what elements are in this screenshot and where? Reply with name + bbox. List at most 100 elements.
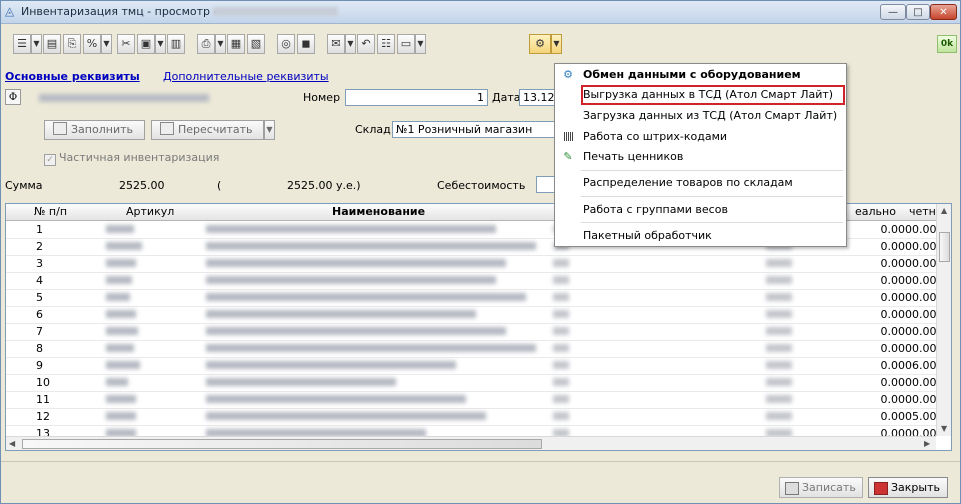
accounting-qty: 6.00: [912, 359, 937, 372]
cost-field[interactable]: [536, 176, 555, 193]
horizontal-scrollbar[interactable]: ◀ ▶: [6, 436, 936, 450]
warehouse-label: Склад: [355, 123, 391, 136]
sum-paren: (: [217, 179, 222, 192]
name-redacted: [206, 310, 476, 318]
menu-item-batch-processor[interactable]: Пакетный обработчик: [555, 226, 846, 246]
date-field[interactable]: 13.12: [519, 89, 555, 106]
mail-icon[interactable]: ✉: [327, 34, 345, 54]
export-icon[interactable]: ▥: [167, 34, 185, 54]
save-dropdown-icon[interactable]: ▼: [155, 34, 166, 54]
price-redacted: [766, 412, 792, 420]
table-row[interactable]: 6 0.000 0.00: [6, 306, 937, 324]
table-row[interactable]: 8 0.000 0.00: [6, 340, 937, 358]
number-field[interactable]: 1: [345, 89, 488, 106]
table-row[interactable]: 7 0.000 0.00: [6, 323, 937, 341]
accounting-qty: 0.00: [912, 342, 937, 355]
mail-dropdown-icon[interactable]: ▼: [345, 34, 356, 54]
equipment-exchange-icon[interactable]: ⚙: [529, 34, 551, 54]
article-redacted: [106, 242, 142, 250]
scroll-down-icon[interactable]: ▼: [941, 424, 947, 433]
unit-redacted: [553, 412, 569, 420]
col-accounting[interactable]: четн:: [909, 205, 940, 218]
minimize-button[interactable]: —: [880, 4, 906, 20]
menu-item-barcodes[interactable]: ||||| Работа со штрих-кодами: [555, 127, 846, 147]
scroll-up-icon[interactable]: ▲: [941, 206, 947, 215]
row-number: 10: [36, 376, 50, 389]
folder-icon[interactable]: ▭: [397, 34, 415, 54]
percent-icon[interactable]: %: [83, 34, 101, 54]
menu-item-export-tsd[interactable]: Выгрузка данных в ТСД (Атол Смарт Лайт): [581, 85, 845, 105]
actual-qty: 0.000: [880, 240, 913, 253]
horizontal-scroll-thumb[interactable]: [22, 439, 542, 449]
undo-icon[interactable]: ↶: [357, 34, 375, 54]
fill-button[interactable]: Заполнить: [44, 120, 145, 140]
equipment-dropdown-icon[interactable]: ▼: [551, 34, 562, 54]
actual-qty: 0.000: [880, 410, 913, 423]
book-icon[interactable]: ◼: [297, 34, 315, 54]
stamp-icon[interactable]: ◎: [277, 34, 295, 54]
price-redacted: [766, 344, 792, 352]
table-row[interactable]: 9 0.000 6.00: [6, 357, 937, 375]
save-disk-icon: [785, 482, 799, 495]
folder-dropdown-icon[interactable]: ▼: [415, 34, 426, 54]
equipment-dropdown-menu: ⚙ Обмен данными с оборудованием Выгрузка…: [554, 63, 847, 247]
menu-item-import-tsd[interactable]: Загрузка данных из ТСД (Атол Смарт Лайт): [555, 106, 846, 126]
save-icon[interactable]: ▣: [137, 34, 155, 54]
table-row[interactable]: 5 0.000 0.00: [6, 289, 937, 307]
vertical-scrollbar[interactable]: ▲ ▼: [936, 204, 951, 436]
copy-icon[interactable]: ⎘: [63, 34, 81, 54]
report-icon[interactable]: ▦: [227, 34, 245, 54]
tab-extra-requisites[interactable]: Дополнительные реквизиты: [163, 70, 329, 83]
row-number: 5: [36, 291, 43, 304]
row-number: 8: [36, 342, 43, 355]
col-article[interactable]: Артикул: [126, 205, 174, 218]
picture-icon[interactable]: ▧: [247, 34, 265, 54]
menu-item-weight-groups[interactable]: Работа с группами весов: [555, 200, 846, 220]
warehouse-field[interactable]: №1 Розничный магазин: [392, 121, 555, 138]
document-icon[interactable]: ▤: [43, 34, 61, 54]
menu-item-distribute[interactable]: Распределение товаров по складам: [555, 173, 846, 193]
partial-inventory-checkbox[interactable]: ✓ Частичная инвентаризация: [44, 151, 219, 166]
accounting-qty: 5.00: [912, 410, 937, 423]
table-row[interactable]: 4 0.000 0.00: [6, 272, 937, 290]
percent-dropdown-icon[interactable]: ▼: [101, 34, 112, 54]
col-num[interactable]: № п/п: [34, 205, 67, 218]
col-name[interactable]: Наименование: [332, 205, 425, 218]
scroll-right-icon[interactable]: ▶: [924, 439, 930, 448]
col-actual[interactable]: еально: [855, 205, 896, 218]
menu-item-equipment-exchange[interactable]: ⚙ Обмен данными с оборудованием: [555, 65, 846, 85]
close-button[interactable]: Закрыть: [868, 477, 948, 498]
table-row[interactable]: 12 0.000 5.00: [6, 408, 937, 426]
price-redacted: [766, 259, 792, 267]
title-bar[interactable]: ◬ Инвентаризация тмц - просмотр - — □ ✕: [1, 1, 960, 24]
tab-main-requisites[interactable]: Основные реквизиты: [5, 70, 140, 83]
split-icon[interactable]: ☷: [377, 34, 395, 54]
unit-redacted: [553, 310, 569, 318]
actual-qty: 0.000: [880, 308, 913, 321]
vertical-scroll-thumb[interactable]: [939, 232, 950, 262]
scroll-left-icon[interactable]: ◀: [9, 439, 15, 448]
app-icon: ◬: [5, 4, 15, 18]
article-redacted: [106, 310, 136, 318]
ok-button[interactable]: 0k: [937, 35, 957, 53]
list-icon[interactable]: ☰: [13, 34, 31, 54]
article-redacted: [106, 395, 136, 403]
table-row[interactable]: 3 0.000 0.00: [6, 255, 937, 273]
recalculate-dropdown-icon[interactable]: ▼: [264, 120, 275, 140]
unit-redacted: [553, 276, 569, 284]
row-number: 1: [36, 223, 43, 236]
close-window-button[interactable]: ✕: [930, 4, 957, 20]
menu-item-price-tags[interactable]: ✎ Печать ценников: [555, 147, 846, 167]
print-icon[interactable]: ⎙: [197, 34, 215, 54]
table-row[interactable]: 10 0.000 0.00: [6, 374, 937, 392]
maximize-button[interactable]: □: [906, 4, 930, 20]
save-button[interactable]: Записать: [779, 477, 863, 498]
list-dropdown-icon[interactable]: ▼: [31, 34, 42, 54]
phi-button[interactable]: Ф: [5, 89, 21, 105]
cut-icon[interactable]: ✂: [117, 34, 135, 54]
accounting-qty: 0.00: [912, 274, 937, 287]
print-dropdown-icon[interactable]: ▼: [215, 34, 226, 54]
article-redacted: [106, 378, 128, 386]
table-row[interactable]: 11 0.000 0.00: [6, 391, 937, 409]
recalculate-button[interactable]: Пересчитать: [151, 120, 264, 140]
